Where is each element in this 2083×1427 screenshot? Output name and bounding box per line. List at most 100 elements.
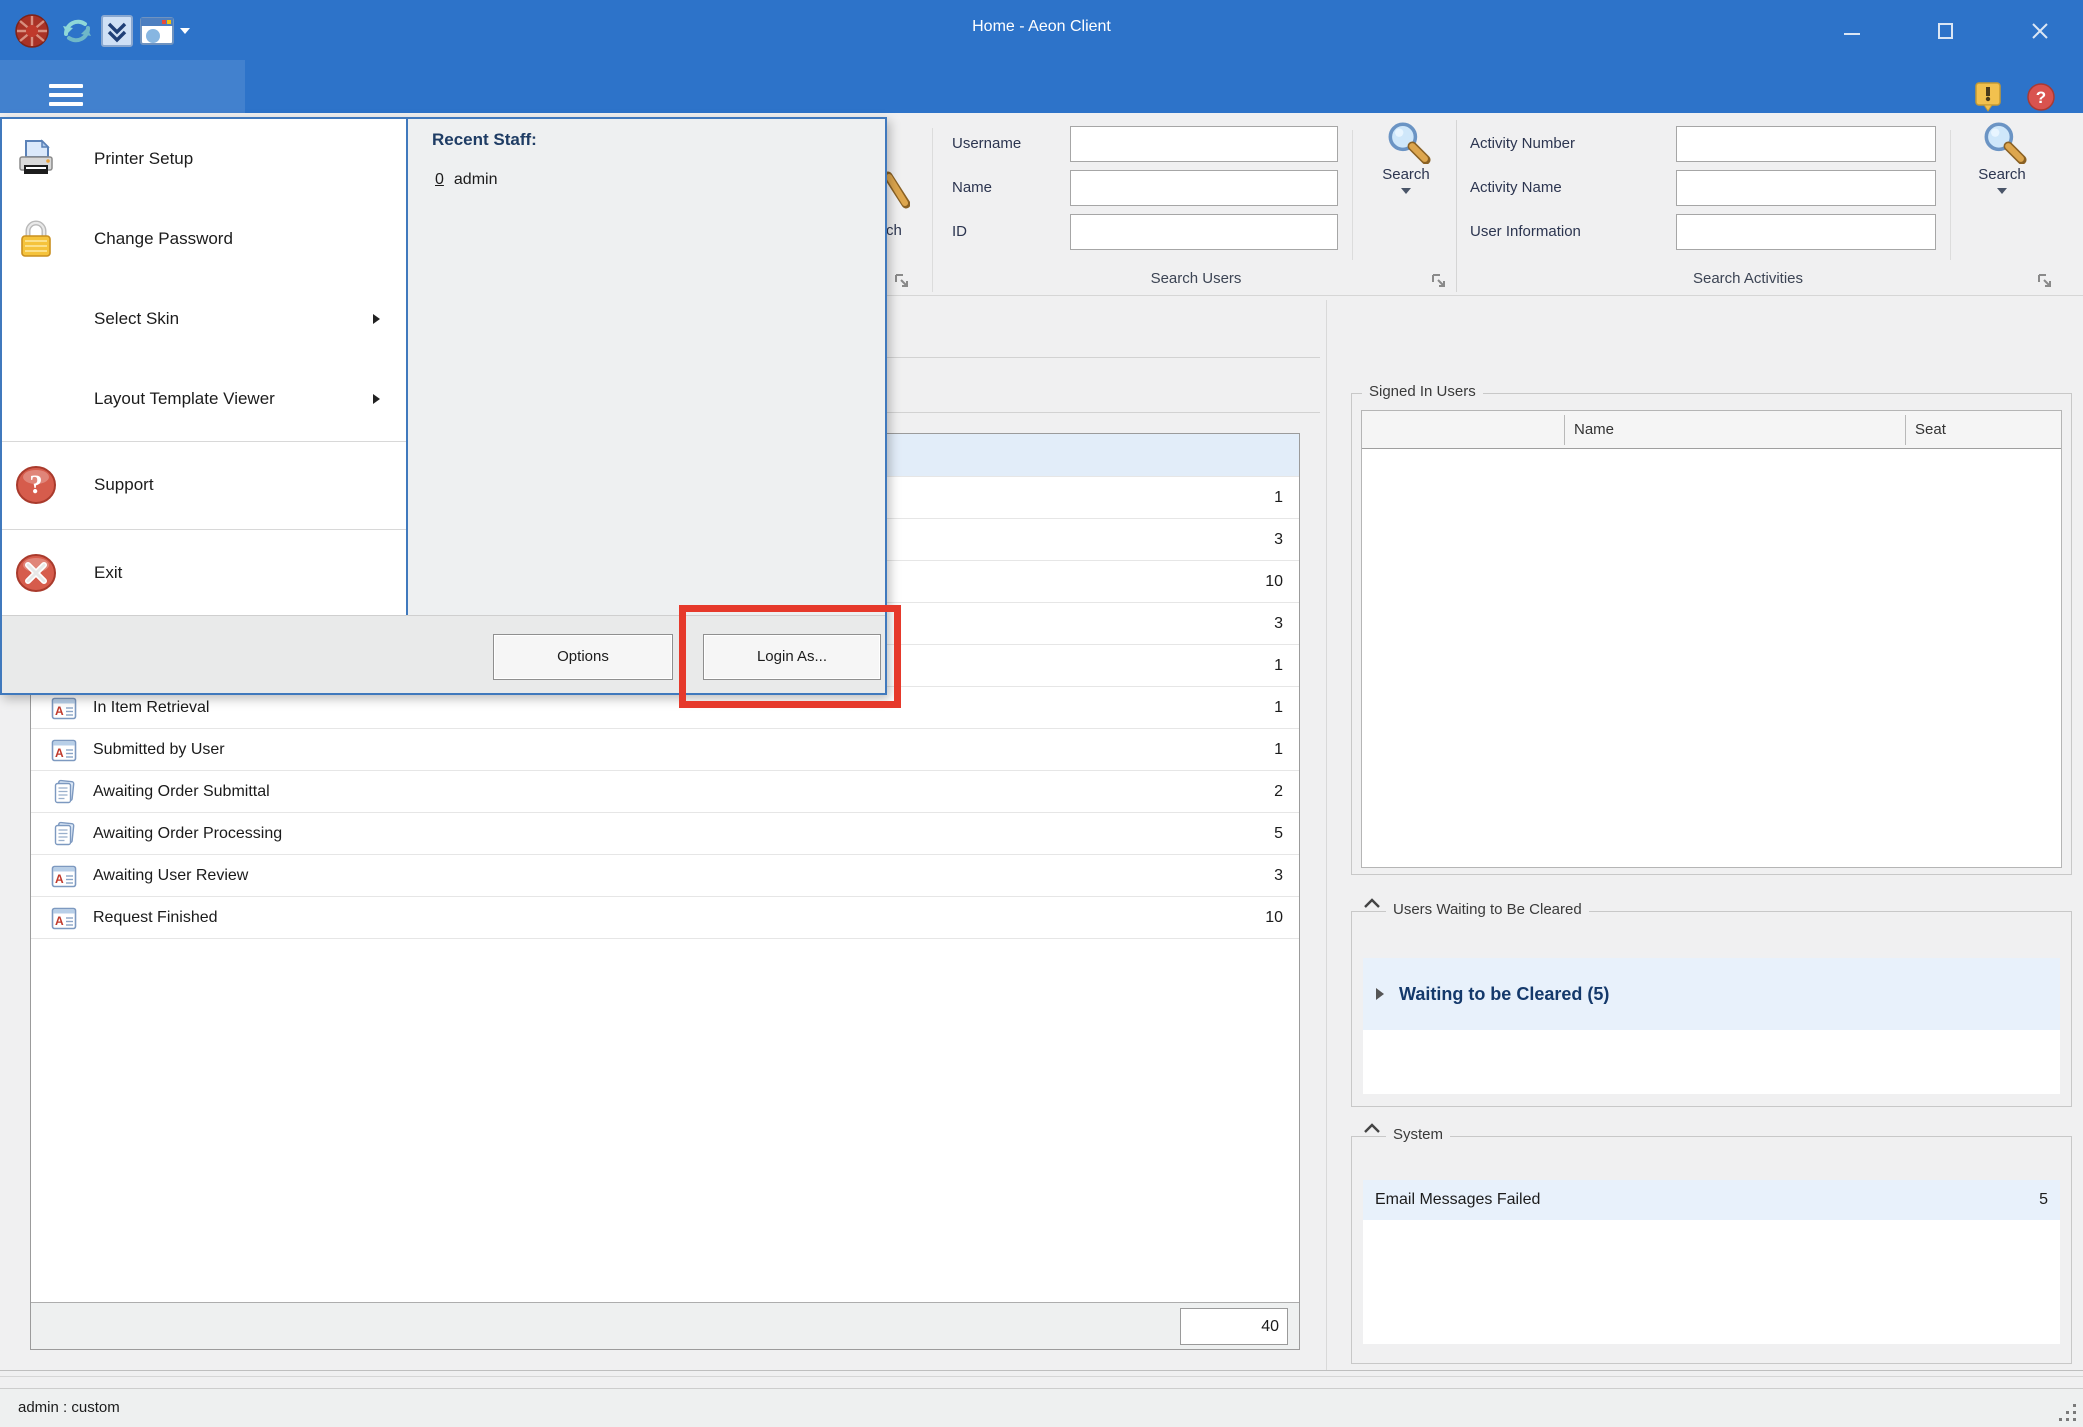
search-users-button-label: Search: [1382, 166, 1430, 183]
search-users-group-caption: Search Users: [940, 270, 1452, 287]
ribbon-button-separator: [1352, 130, 1353, 260]
name-input[interactable]: [1070, 170, 1338, 206]
queue-total-count: 40: [1180, 1308, 1288, 1345]
options-button[interactable]: Options: [493, 634, 673, 680]
minimize-button[interactable]: [1829, 14, 1875, 48]
help-icon[interactable]: ?: [2026, 82, 2056, 112]
covered-group-dialog-launcher-icon[interactable]: [893, 272, 913, 292]
content-bottom-edge: [0, 1370, 2083, 1377]
hamburger-menu-button[interactable]: [46, 80, 86, 110]
pin-notification-icon[interactable]: [1974, 82, 2002, 112]
collapse-chevron-icon[interactable]: [1363, 1122, 1381, 1134]
expand-arrow-icon[interactable]: [1375, 987, 1385, 1001]
order-document-icon: [51, 779, 77, 805]
ribbon-group-separator: [932, 128, 933, 292]
search-magnifier-icon: [1381, 118, 1431, 164]
titlebar: [0, 0, 2083, 113]
column-header-seat[interactable]: Seat: [1915, 411, 1946, 448]
id-input[interactable]: [1070, 214, 1338, 250]
queue-row-awaiting-user-review[interactable]: Awaiting User Review3: [31, 855, 1299, 897]
waiting-to-be-cleared-group-row[interactable]: Waiting to be Cleared (5): [1363, 958, 2060, 1030]
search-activities-dialog-launcher-icon[interactable]: [2036, 272, 2056, 292]
search-dropdown-caret-icon: [1997, 188, 2007, 194]
status-user-text: admin : custom: [18, 1389, 120, 1427]
username-input[interactable]: [1070, 126, 1338, 162]
home-tab-highlight: [0, 60, 245, 113]
recent-staff-accelerator: 0: [435, 171, 444, 188]
menu-item-layout-template-viewer[interactable]: Layout Template Viewer: [2, 369, 406, 429]
covered-search-magnifier-icon: [884, 170, 910, 216]
recent-staff-panel: Recent Staff: 0 admin: [406, 119, 885, 615]
menu-item-support[interactable]: ? Support: [2, 455, 406, 515]
recent-staff-name: admin: [454, 171, 498, 188]
search-activities-button[interactable]: Search: [1956, 118, 2048, 194]
users-waiting-caption: Users Waiting to Be Cleared: [1386, 901, 1589, 918]
menu-separator: [2, 441, 406, 442]
resize-grip[interactable]: [2059, 1403, 2077, 1421]
activity-name-input[interactable]: [1676, 170, 1936, 206]
menu-item-select-skin[interactable]: Select Skin: [2, 289, 406, 349]
menu-button-bar: Options Login As...: [2, 615, 885, 693]
maximize-button[interactable]: [1923, 14, 1969, 48]
queue-row-awaiting-order-submittal[interactable]: Awaiting Order Submittal2: [31, 771, 1299, 813]
recent-staff-entry[interactable]: 0 admin: [435, 171, 497, 189]
request-form-icon: [51, 695, 77, 721]
username-label: Username: [952, 126, 1021, 162]
id-label: ID: [952, 214, 967, 250]
vertical-splitter[interactable]: [1326, 300, 1327, 1370]
activity-number-input[interactable]: [1676, 126, 1936, 162]
search-users-dialog-launcher-icon[interactable]: [1430, 272, 1450, 292]
order-document-icon: [51, 821, 77, 847]
exit-icon: [14, 551, 58, 595]
status-bar: admin : custom: [0, 1388, 2083, 1427]
request-form-icon: [51, 737, 77, 763]
system-list-body: [1363, 1220, 2060, 1344]
aeon-client-window: Home - Aeon Client ? ch: [0, 0, 2083, 1427]
signed-in-users-table-header: Name Seat: [1362, 411, 2061, 449]
menu-separator: [2, 529, 406, 530]
request-form-icon: [51, 905, 77, 931]
recent-staff-title: Recent Staff:: [432, 130, 537, 150]
menu-item-printer-setup[interactable]: Printer Setup: [2, 129, 406, 189]
search-magnifier-icon: [1977, 118, 2027, 164]
lock-icon: [14, 217, 58, 261]
signed-in-users-caption: Signed In Users: [1362, 383, 1483, 400]
user-information-label: User Information: [1470, 214, 1581, 250]
menu-item-exit[interactable]: Exit: [2, 543, 406, 603]
waiting-group-label: Waiting to be Cleared (5): [1399, 958, 1609, 1030]
activity-number-label: Activity Number: [1470, 126, 1575, 162]
search-activities-group-caption: Search Activities: [1460, 270, 2036, 287]
support-question-icon: ?: [14, 463, 58, 507]
queue-row-submitted-by-user[interactable]: Submitted by User1: [31, 729, 1299, 771]
search-activities-button-label: Search: [1978, 166, 2026, 183]
submenu-arrow-icon: [372, 314, 380, 324]
covered-search-label-fragment[interactable]: ch: [886, 222, 902, 239]
signed-in-users-table[interactable]: Name Seat: [1361, 410, 2062, 868]
window-title: Home - Aeon Client: [0, 18, 2083, 36]
request-form-icon: [51, 863, 77, 889]
queue-list-footer: 40: [31, 1302, 1299, 1349]
user-information-input[interactable]: [1676, 214, 1936, 250]
svg-text:?: ?: [2036, 88, 2046, 107]
column-header-name[interactable]: Name: [1574, 411, 1614, 448]
email-messages-failed-count: 5: [2039, 1180, 2048, 1220]
name-label: Name: [952, 170, 992, 206]
queue-row-request-finished[interactable]: Request Finished10: [31, 897, 1299, 939]
ribbon-button-separator: [1950, 130, 1951, 260]
close-button[interactable]: [2017, 14, 2063, 48]
collapse-chevron-icon[interactable]: [1363, 897, 1381, 909]
application-menu-popup: Recent Staff: 0 admin Printer Setup: [0, 117, 887, 695]
email-messages-failed-label: Email Messages Failed: [1375, 1180, 1540, 1220]
system-caption: System: [1386, 1126, 1450, 1143]
login-as-button[interactable]: Login As...: [703, 634, 881, 680]
queue-row-awaiting-order-processing[interactable]: Awaiting Order Processing5: [31, 813, 1299, 855]
search-users-button[interactable]: Search: [1360, 118, 1452, 194]
activity-name-label: Activity Name: [1470, 170, 1562, 206]
svg-text:?: ?: [30, 470, 43, 499]
submenu-arrow-icon: [372, 394, 380, 404]
search-dropdown-caret-icon: [1401, 188, 1411, 194]
menu-item-change-password[interactable]: Change Password: [2, 209, 406, 269]
ribbon-group-separator: [1456, 120, 1457, 292]
users-waiting-list-body: [1363, 1030, 2060, 1094]
email-messages-failed-row[interactable]: Email Messages Failed 5: [1363, 1180, 2060, 1220]
